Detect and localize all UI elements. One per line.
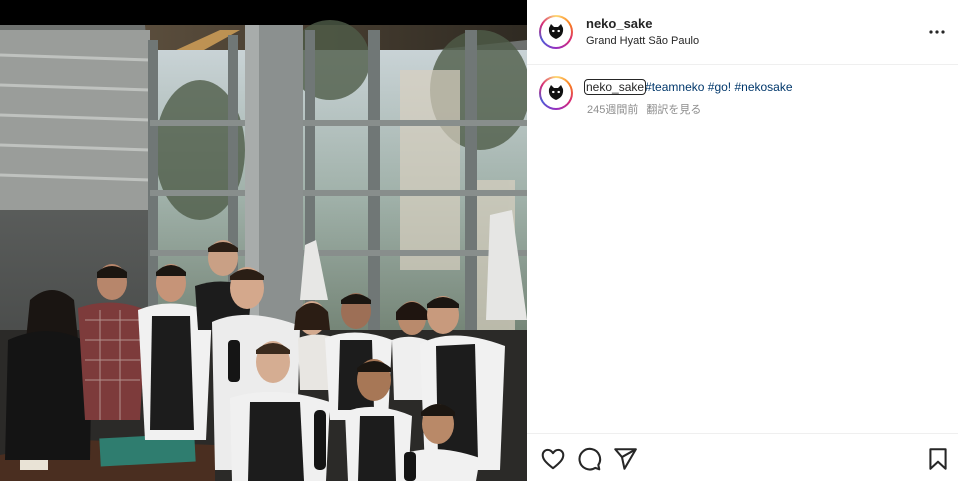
comment-icon[interactable] [576, 446, 602, 472]
caption-text: neko_sake#teamneko #go! #nekosake [583, 79, 793, 95]
post-username[interactable]: neko_sake [586, 16, 653, 31]
action-bar [527, 433, 958, 482]
avatar[interactable] [539, 15, 573, 49]
group-photo-image [0, 0, 527, 481]
translate-link[interactable]: 翻訳を見る [646, 104, 701, 116]
hashtag-link[interactable]: #teamneko [645, 80, 704, 94]
cat-face-icon [543, 80, 569, 106]
hashtag-link[interactable]: #go! [708, 80, 731, 94]
post-timestamp[interactable]: 245週間前 [587, 104, 638, 116]
post-photo[interactable] [0, 0, 527, 481]
post-location[interactable]: Grand Hyatt São Paulo [586, 35, 699, 47]
hashtag-link[interactable]: #nekosake [734, 80, 792, 94]
heart-icon[interactable] [540, 446, 566, 472]
caption-meta: 245週間前 翻訳を見る [587, 101, 701, 117]
post-details-panel: neko_sake Grand Hyatt São Paulo neko_sak… [527, 0, 958, 481]
more-options-icon[interactable] [926, 24, 948, 40]
paper-plane-icon[interactable] [612, 446, 638, 472]
cat-face-icon [543, 19, 569, 45]
caption-username[interactable]: neko_sake [583, 79, 647, 95]
post-header: neko_sake Grand Hyatt São Paulo [527, 0, 958, 65]
bookmark-icon[interactable] [925, 446, 951, 472]
caption-avatar[interactable] [539, 76, 573, 110]
